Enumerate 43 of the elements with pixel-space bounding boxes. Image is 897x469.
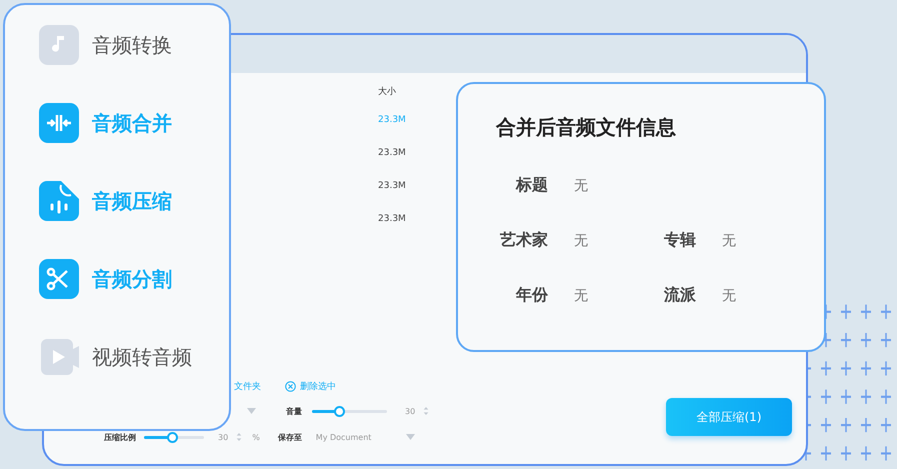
field-value: 无 (573, 286, 589, 304)
file-size-cell[interactable]: 23.3M (378, 115, 406, 148)
folder-link[interactable]: 文件夹 (234, 380, 261, 392)
sidebar-item[interactable]: 视频转音频 (39, 337, 229, 377)
percent-unit: % (252, 432, 260, 442)
ratio-value: 30 (218, 432, 228, 442)
file-size-cell[interactable]: 23.3M (378, 181, 406, 214)
slider-thumb[interactable] (334, 406, 345, 416)
merge-arrows-icon (39, 103, 79, 143)
column-header: 大小 (378, 86, 396, 99)
field-label: 标题 (514, 175, 548, 196)
file-waveform-icon (39, 181, 79, 221)
slider-thumb[interactable] (167, 432, 178, 442)
field-value: 无 (721, 286, 737, 304)
sidebar-item[interactable]: 音频压缩 (39, 181, 229, 221)
spinner-arrows-icon[interactable] (423, 405, 430, 417)
scissors-icon (39, 259, 79, 299)
spinner-arrows-icon[interactable] (236, 431, 242, 443)
field-value: 无 (721, 232, 737, 250)
file-size-cell[interactable]: 23.3M (378, 148, 406, 181)
field-value: 无 (573, 232, 589, 250)
field-label: 专辑 (663, 230, 696, 251)
sidebar-item[interactable]: 音频转换 (39, 25, 229, 65)
field-label: 流派 (663, 285, 696, 306)
volume-value: 30 (405, 406, 416, 416)
compress-all-button[interactable]: 全部压缩(1) (666, 398, 792, 436)
save-to-label: 保存至 (278, 432, 302, 442)
field-label: 艺术家 (499, 230, 548, 251)
delete-selected-button[interactable]: 删除选中 (285, 380, 336, 392)
field-value: 无 (573, 176, 589, 194)
music-note-icon (39, 25, 79, 65)
volume-label: 音量 (286, 406, 302, 416)
video-camera-icon (39, 337, 79, 377)
close-circle-icon (285, 380, 296, 392)
save-path-dropdown[interactable]: My Document (316, 432, 406, 442)
file-size-cell[interactable]: 23.3M (378, 214, 406, 247)
card-title: 合并后音频文件信息 (496, 114, 677, 141)
ratio-label: 压缩比例 (104, 432, 136, 442)
sidebar-item[interactable]: 音频合并 (39, 103, 229, 143)
sidebar-item[interactable]: 音频分割 (39, 259, 229, 299)
dropdown-caret-icon[interactable] (406, 434, 415, 440)
field-label: 年份 (514, 285, 548, 306)
dropdown-caret-icon[interactable] (247, 408, 256, 414)
